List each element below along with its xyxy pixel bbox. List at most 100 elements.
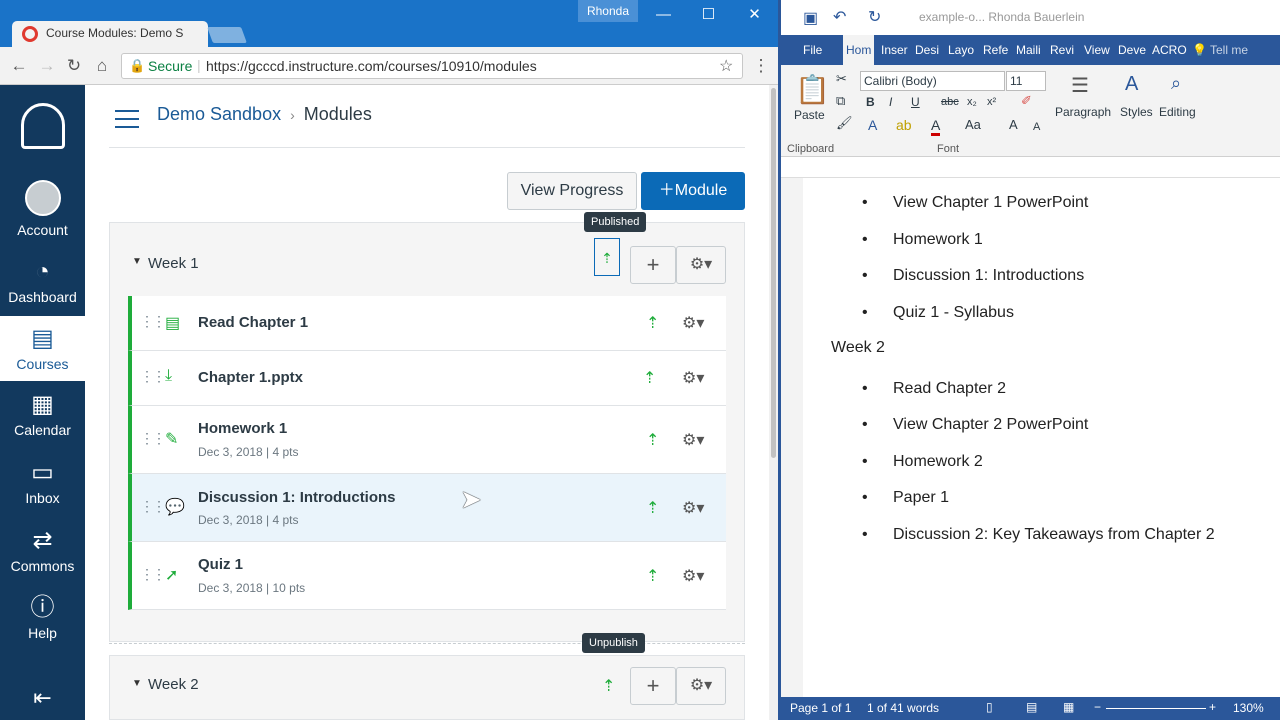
module-item[interactable]: ⋮⋮ ➚ Quiz 1 Dec 3, 2018 | 10 pts ⇡ ⚙▾ [128, 542, 726, 610]
zoom-out-icon[interactable]: − [1094, 700, 1101, 714]
caret-down-icon[interactable]: ▼ [132, 678, 142, 689]
close-icon[interactable]: ✕ [732, 0, 777, 30]
module-item[interactable]: ⋮⋮ ⤓ Chapter 1.pptx ⇡ ⚙▾ [128, 351, 726, 406]
item-settings-icon[interactable]: ⚙▾ [682, 430, 704, 450]
breadcrumb-course-link[interactable]: Demo Sandbox [157, 104, 281, 124]
paste-icon[interactable]: 📋 [795, 73, 830, 106]
nav-help[interactable]: ⓘ Help [0, 595, 85, 642]
hamburger-icon[interactable] [115, 110, 139, 128]
ribbon-tab-design[interactable]: Desi [915, 43, 939, 57]
ribbon-tab-mailings[interactable]: Maili [1016, 43, 1041, 57]
module-title[interactable]: Week 1 [148, 255, 199, 272]
view-progress-button[interactable]: View Progress [507, 172, 637, 210]
nav-commons[interactable]: ⇄ Commons [0, 528, 85, 575]
home-icon[interactable]: ⌂ [91, 55, 113, 77]
published-icon[interactable]: ⇡ [646, 430, 659, 450]
published-icon[interactable]: ⇡ [646, 498, 659, 518]
scrollbar-thumb[interactable] [771, 88, 776, 458]
doc-bullet[interactable]: • Read Chapter 2 [862, 380, 1006, 398]
doc-bullet[interactable]: • Paper 1 [862, 489, 949, 507]
ribbon-tab-home[interactable]: Hom [843, 35, 875, 65]
cut-icon[interactable]: ✂ [836, 71, 847, 87]
underline-icon[interactable]: U [911, 95, 920, 109]
font-name-select[interactable]: Calibri (Body) [860, 71, 1005, 91]
word-count[interactable]: 1 of 41 words [867, 701, 939, 715]
paragraph-icon[interactable]: ☰ [1071, 73, 1089, 98]
published-icon[interactable]: ⇡ [646, 313, 659, 333]
nav-account[interactable]: Account [0, 180, 85, 238]
back-arrow-icon[interactable]: ← [8, 55, 30, 77]
reload-icon[interactable]: ↻ [63, 55, 85, 77]
page-count[interactable]: Page 1 of 1 [790, 701, 851, 715]
item-title[interactable]: Quiz 1 [198, 556, 243, 573]
doc-bullet[interactable]: • Homework 2 [862, 453, 983, 471]
module-publish-icon[interactable]: ⇡ [594, 238, 620, 276]
module-item[interactable]: ⋮⋮ 💬 Discussion 1: Introductions Dec 3, … [128, 474, 726, 542]
browser-tab[interactable]: Course Modules: Demo S [12, 21, 208, 47]
minimize-icon[interactable]: — [641, 0, 686, 30]
caret-down-icon[interactable]: ▼ [132, 256, 142, 267]
drag-handle-icon[interactable]: ⋮⋮ [140, 430, 166, 447]
change-case-icon[interactable]: Aa [965, 117, 981, 132]
add-module-button[interactable]: ＋Module [641, 172, 745, 210]
module-title[interactable]: Week 2 [148, 676, 199, 693]
published-icon[interactable]: ⇡ [646, 566, 659, 586]
paste-label[interactable]: Paste [794, 108, 825, 122]
bold-icon[interactable]: B [866, 95, 875, 109]
new-tab-button[interactable] [207, 27, 247, 43]
profile-badge[interactable]: Rhonda [578, 0, 638, 22]
doc-heading[interactable]: Week 2 [831, 339, 885, 357]
ribbon-tab-developer[interactable]: Deve [1118, 43, 1146, 57]
tell-me-search[interactable]: Tell me [1210, 43, 1248, 57]
nav-inbox[interactable]: ▭ Inbox [0, 460, 85, 507]
item-title[interactable]: Discussion 1: Introductions [198, 489, 396, 506]
subscript-icon[interactable]: x₂ [967, 96, 977, 108]
find-icon[interactable]: ⌕ [1171, 73, 1181, 94]
module-settings-button[interactable]: ⚙▾ [676, 246, 726, 284]
item-settings-icon[interactable]: ⚙▾ [682, 566, 704, 586]
superscript-icon[interactable]: x² [987, 96, 996, 108]
module-settings-button[interactable]: ⚙▾ [676, 667, 726, 705]
published-icon[interactable]: ⇡ [643, 368, 656, 388]
nav-calendar[interactable]: ▦ Calendar [0, 392, 85, 439]
zoom-level[interactable]: 130% [1233, 701, 1264, 715]
editing-label[interactable]: Editing [1159, 105, 1196, 119]
module-publish-icon[interactable]: ⇡ [602, 676, 615, 696]
drag-handle-icon[interactable]: ⋮⋮ [140, 498, 166, 515]
read-mode-icon[interactable]: ▯ [986, 700, 993, 714]
ribbon-tab-review[interactable]: Revi [1050, 43, 1074, 57]
nav-courses[interactable]: ▤ Courses [0, 316, 85, 381]
collapse-nav-icon[interactable]: ⇤ [0, 685, 85, 711]
add-item-button[interactable]: + [630, 246, 676, 284]
shrink-font-icon[interactable]: A [1033, 121, 1040, 133]
item-title[interactable]: Homework 1 [198, 420, 287, 437]
doc-bullet[interactable]: • Homework 1 [862, 231, 983, 249]
item-settings-icon[interactable]: ⚙▾ [682, 313, 704, 333]
doc-bullet[interactable]: • View Chapter 1 PowerPoint [862, 194, 1088, 212]
doc-bullet[interactable]: • Discussion 2: Key Takeaways from Chapte… [862, 526, 1215, 544]
styles-label[interactable]: Styles [1120, 105, 1153, 119]
item-settings-icon[interactable]: ⚙▾ [682, 498, 704, 518]
ribbon-tab-view[interactable]: View [1084, 43, 1110, 57]
clear-formatting-icon[interactable]: ✐ [1021, 93, 1032, 109]
font-color-icon[interactable]: A [931, 117, 941, 136]
canvas-logo[interactable] [0, 103, 85, 149]
doc-bullet[interactable]: • Quiz 1 - Syllabus [862, 304, 1014, 322]
module-item[interactable]: ⋮⋮ ✎ Homework 1 Dec 3, 2018 | 4 pts ⇡ ⚙▾ [128, 406, 726, 474]
web-layout-icon[interactable]: ▦ [1063, 700, 1074, 714]
styles-icon[interactable]: A [1125, 73, 1138, 96]
drag-handle-icon[interactable]: ⋮⋮ [140, 313, 166, 330]
text-effects-icon[interactable]: A [868, 117, 877, 133]
drag-handle-icon[interactable]: ⋮⋮ [140, 566, 166, 583]
item-settings-icon[interactable]: ⚙▾ [682, 368, 704, 388]
zoom-slider[interactable] [1106, 708, 1206, 709]
print-layout-icon[interactable]: ▤ [1026, 700, 1037, 714]
font-size-select[interactable]: 11 [1006, 71, 1046, 91]
highlight-icon[interactable]: ab [896, 117, 912, 133]
zoom-in-icon[interactable]: + [1209, 700, 1216, 714]
address-bar[interactable]: 🔒 Secure | https://gcccd.instructure.com… [121, 53, 743, 79]
nav-dashboard[interactable]: ◔ Dashboard [0, 259, 85, 306]
italic-icon[interactable]: I [889, 95, 892, 109]
star-icon[interactable]: ☆ [719, 56, 733, 76]
redo-icon[interactable]: ↻ [868, 7, 881, 27]
